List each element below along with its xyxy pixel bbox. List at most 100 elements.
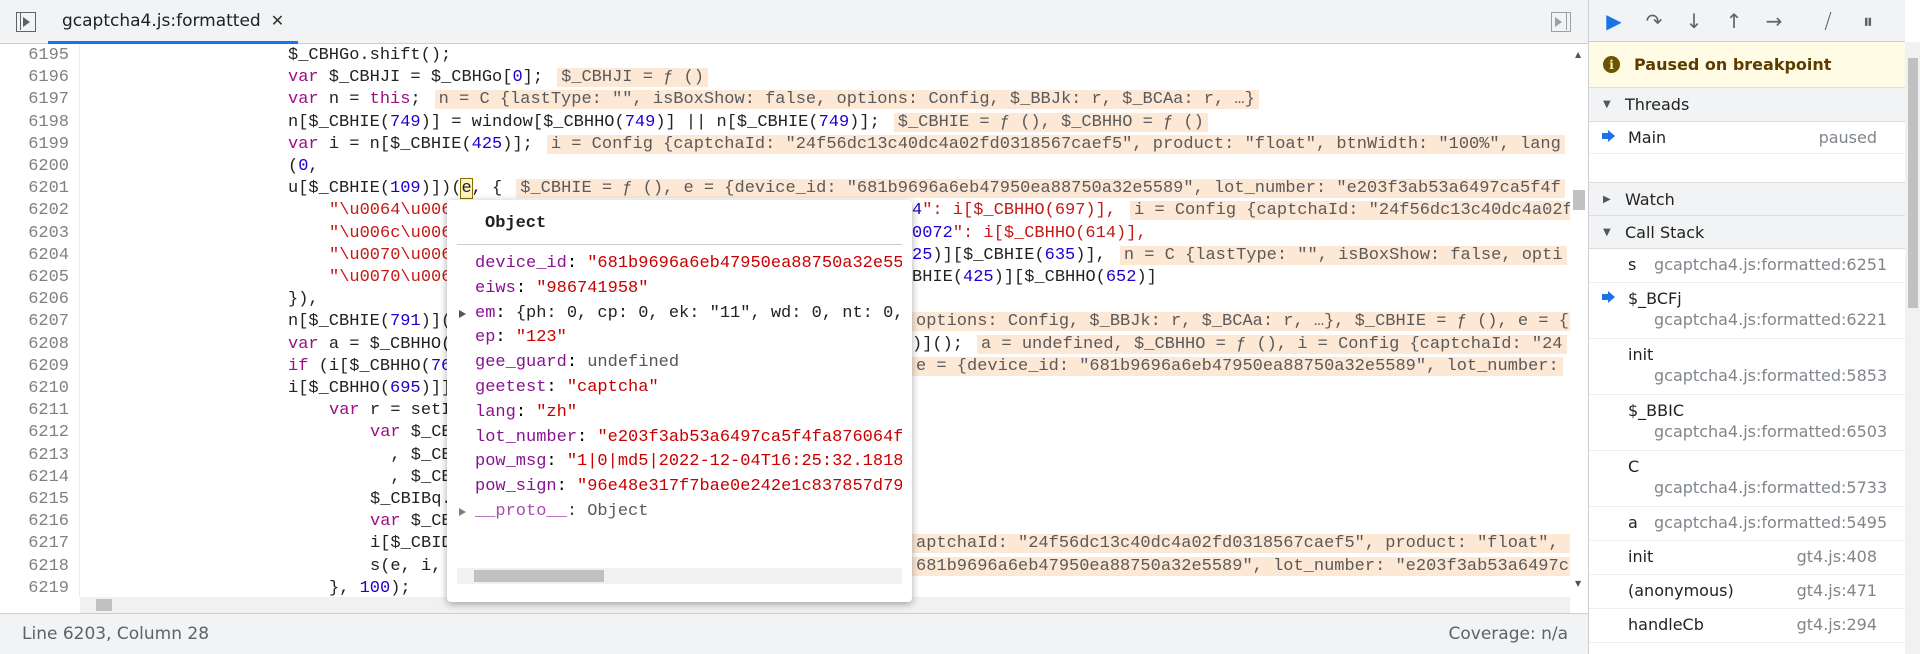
call-frame[interactable]: init gcaptcha4.js:formatted:5853 xyxy=(1589,339,1905,395)
divider xyxy=(457,244,902,245)
code-line-fragment: e = {device_id: "681b9696a6eb47950ea8875… xyxy=(912,356,1563,378)
line-number[interactable]: 6201 xyxy=(0,178,69,200)
step-out-icon[interactable]: ↑ xyxy=(1719,6,1749,36)
scroll-thumb[interactable] xyxy=(1573,190,1585,210)
property-value: "1|0|md5|2022-12-04T16:25:32.1818 xyxy=(566,452,902,472)
property-geetest: geetest: "captcha" xyxy=(475,377,659,397)
line-number[interactable]: 6203 xyxy=(0,223,69,245)
sidebar-scrollbar[interactable] xyxy=(1905,42,1920,654)
line-number[interactable]: 6214 xyxy=(0,467,69,489)
line-number[interactable]: 6206 xyxy=(0,289,69,311)
frame-location[interactable]: gt4.js:408 xyxy=(1797,547,1877,566)
number-token: 109 xyxy=(390,179,421,199)
code-line: if (i[$_CBHHO(76 xyxy=(288,356,452,376)
frame-location[interactable]: gt4.js:471 xyxy=(1797,581,1877,600)
code-line-fragment: 0072": i[$_CBHHO(614)], xyxy=(912,223,1147,245)
step-icon[interactable]: → xyxy=(1759,6,1789,36)
line-number[interactable]: 6208 xyxy=(0,334,69,356)
line-number[interactable]: 6211 xyxy=(0,400,69,422)
line-number[interactable]: 6207 xyxy=(0,311,69,333)
frame-location[interactable]: gcaptcha4.js:formatted:6221 xyxy=(1654,310,1887,329)
tab-gcaptcha4-formatted[interactable]: gcaptcha4.js:formatted ✕ xyxy=(48,0,299,44)
inline-value-annotation: n = C {lastType: "", isBoxShow: false, o… xyxy=(434,90,1259,110)
line-number[interactable]: 6195 xyxy=(0,45,69,67)
editor-vertical-scrollbar[interactable]: ▲ ▼ xyxy=(1570,44,1588,597)
line-number[interactable]: 6218 xyxy=(0,556,69,578)
step-over-icon[interactable]: ↷ xyxy=(1639,6,1669,36)
line-number[interactable]: 6202 xyxy=(0,200,69,222)
property-proto[interactable]: __proto__: Object xyxy=(457,500,902,525)
frame-function: init xyxy=(1628,547,1654,566)
scroll-down-icon[interactable]: ▼ xyxy=(1575,579,1581,588)
code-line-fragment: BHIE(425)][$_CBHHO(652)] xyxy=(912,268,1157,287)
line-number[interactable]: 6198 xyxy=(0,112,69,134)
frame-location[interactable]: gcaptcha4.js:formatted:5495 xyxy=(1654,513,1887,532)
frame-function: a xyxy=(1628,513,1638,532)
line-number[interactable]: 6219 xyxy=(0,578,69,597)
line-number[interactable]: 6216 xyxy=(0,511,69,533)
call-frame[interactable]: a gcaptcha4.js:formatted:5495 xyxy=(1589,507,1905,541)
call-frame[interactable]: $_BCFj gcaptcha4.js:formatted:6221 xyxy=(1589,283,1905,339)
frame-function: init xyxy=(1628,345,1654,364)
line-number[interactable]: 6210 xyxy=(0,378,69,400)
line-number[interactable]: 6199 xyxy=(0,134,69,156)
frame-location[interactable]: gcaptcha4.js:formatted:6251 xyxy=(1654,255,1887,274)
toggle-navigator-icon[interactable] xyxy=(16,12,36,32)
frame-location[interactable]: gt4.js:294 xyxy=(1797,615,1877,634)
line-number[interactable]: 6205 xyxy=(0,267,69,289)
scroll-thumb[interactable] xyxy=(1908,58,1918,308)
code-line: }, 100); xyxy=(329,578,411,597)
paused-banner: i Paused on breakpoint xyxy=(1589,42,1905,88)
cursor-token[interactable]: e xyxy=(460,178,473,200)
frame-location[interactable]: gcaptcha4.js:formatted:5733 xyxy=(1654,478,1887,497)
code-line: var $_CB xyxy=(370,423,452,443)
frame-location[interactable]: gcaptcha4.js:formatted:6503 xyxy=(1654,422,1887,441)
expand-triangle-icon[interactable] xyxy=(459,507,466,516)
code-line-fragment: 681b9696a6eb47950ea88750a32e5589", lot_n… xyxy=(912,556,1570,578)
threads-section-header[interactable]: ▼ Threads xyxy=(1589,88,1905,122)
resume-icon[interactable]: ▶︎ xyxy=(1599,6,1629,36)
code-line: var n = this; n = C {lastType: "", isBoxS… xyxy=(288,89,1259,111)
call-frame[interactable]: (anonymous) gt4.js:471 xyxy=(1589,575,1905,609)
line-number[interactable]: 6209 xyxy=(0,356,69,378)
line-number[interactable]: 6200 xyxy=(0,156,69,178)
line-number[interactable]: 6204 xyxy=(0,245,69,267)
expand-triangle-icon[interactable] xyxy=(459,309,466,318)
number-token: 749 xyxy=(818,112,850,132)
code-line: s(e, i, xyxy=(370,556,452,576)
popover-scrollbar[interactable] xyxy=(457,568,902,584)
deactivate-breakpoints-icon[interactable]: ⧸ xyxy=(1813,6,1843,36)
line-number[interactable]: 6197 xyxy=(0,89,69,111)
watch-section-header[interactable]: ▶ Watch xyxy=(1589,182,1905,216)
call-frame[interactable]: Cgcaptcha4.js:formatted:5733 xyxy=(1589,451,1905,507)
call-frame[interactable]: $_BBIC gcaptcha4.js:formatted:6503 xyxy=(1589,395,1905,451)
line-number[interactable]: 6215 xyxy=(0,489,69,511)
step-into-icon[interactable]: ↓ xyxy=(1679,6,1709,36)
frame-location[interactable]: gcaptcha4.js:formatted:5853 xyxy=(1654,366,1887,385)
pause-on-exceptions-icon[interactable]: ⏸ xyxy=(1853,6,1883,36)
line-number[interactable]: 6196 xyxy=(0,67,69,89)
thread-name: Main xyxy=(1628,128,1667,147)
property-value: Object xyxy=(587,501,649,521)
property-name: em xyxy=(475,303,496,323)
line-number[interactable]: 6217 xyxy=(0,533,69,555)
toggle-debugger-icon[interactable] xyxy=(1551,12,1571,32)
scroll-thumb[interactable] xyxy=(474,570,604,582)
inline-value-annotation: n = C {lastType: "", isBoxShow: false, o… xyxy=(1119,245,1567,265)
property-em[interactable]: em: {ph: 0, cp: 0, ek: "11", wd: 0, nt: … xyxy=(457,302,902,327)
code-line: n[$_CBHIE(791)]( xyxy=(288,312,452,332)
line-number[interactable]: 6213 xyxy=(0,445,69,467)
call-frame[interactable]: init gt4.js:408 xyxy=(1589,541,1905,575)
scroll-thumb[interactable] xyxy=(96,599,112,611)
scroll-up-icon[interactable]: ▲ xyxy=(1575,50,1581,59)
callstack-section-header[interactable]: ▼ Call Stack xyxy=(1589,216,1905,249)
line-number[interactable]: 6212 xyxy=(0,422,69,444)
property-device-id: device_id: "681b9696a6eb47950ea88750a32e… xyxy=(475,254,902,273)
close-icon[interactable]: ✕ xyxy=(271,11,284,30)
call-frame[interactable]: handleCb gt4.js:294 xyxy=(1589,609,1905,643)
call-frame[interactable]: s gcaptcha4.js:formatted:6251 xyxy=(1589,249,1905,283)
keyword-token: var xyxy=(288,90,319,110)
frame-function: (anonymous) xyxy=(1628,581,1734,600)
thread-main[interactable]: Main paused xyxy=(1589,122,1905,154)
property-name: geetest xyxy=(475,377,547,397)
